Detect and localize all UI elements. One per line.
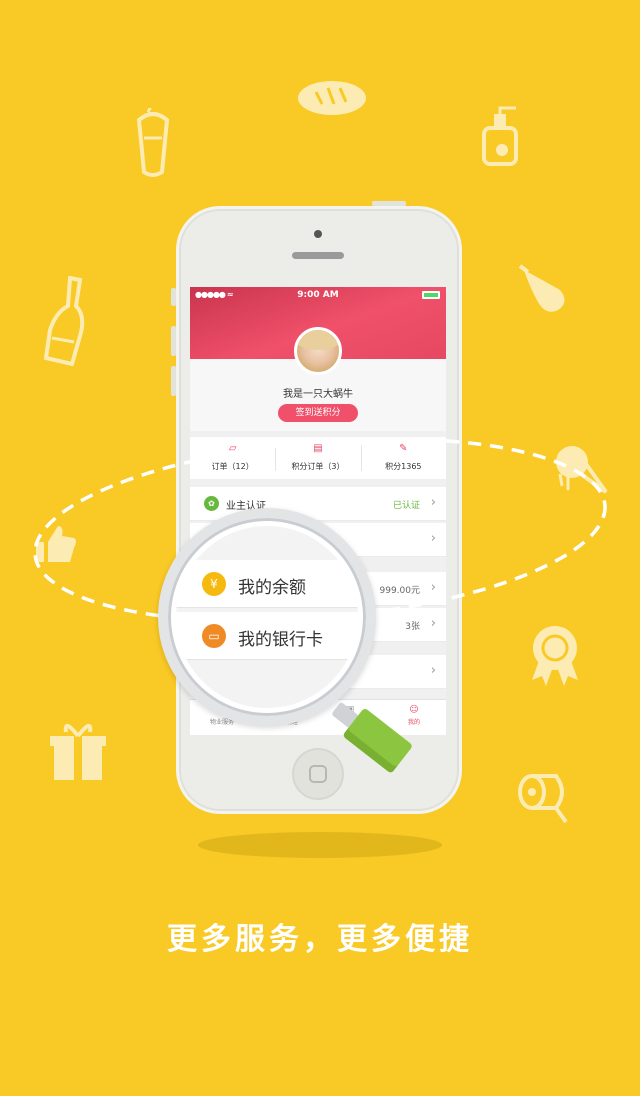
magnified-bankcard-item[interactable]: ▭ 我的银行卡	[176, 612, 358, 660]
user-nickname: 我是一只大蜗牛	[283, 389, 353, 400]
gift-box-icon	[48, 718, 108, 784]
points-icon: ✎	[399, 443, 408, 454]
signin-button[interactable]: 签到送积分	[278, 404, 358, 422]
chevron-right-icon: ›	[430, 531, 436, 546]
toilet-paper-icon	[516, 772, 572, 826]
stat-points-orders[interactable]: ▤ 积分订单（3）	[275, 437, 360, 479]
stat-label: 积分订单（3）	[291, 462, 345, 471]
phone-camera	[314, 230, 322, 238]
ice-cream-icon	[552, 442, 608, 498]
chevron-right-icon: ›	[430, 663, 436, 678]
magnified-balance-item[interactable]: ¥ 我的余额	[176, 560, 358, 608]
phone-volume-up	[171, 326, 176, 356]
owner-icon: ✿	[204, 496, 219, 511]
lotion-bottle-icon	[480, 106, 522, 166]
status-time: 9:00 AM	[297, 290, 339, 300]
tagline: 更多服务，更多便捷	[167, 922, 473, 957]
battery-icon	[422, 291, 440, 299]
bank-card-icon: ▭	[202, 624, 226, 648]
phone-power-button	[372, 201, 406, 206]
bankcard-count: 3张	[405, 622, 420, 632]
phone-mute-switch	[171, 288, 176, 306]
eggplant-icon	[516, 262, 570, 316]
tab-label: 物业服务	[209, 719, 234, 726]
stats-bar: ▱ 订单（12） ▤ 积分订单（3） ✎ 积分1365	[190, 437, 446, 479]
tab-label: 我的	[407, 719, 420, 726]
wine-bottle-icon	[40, 276, 88, 366]
points-order-icon: ▤	[313, 443, 323, 454]
phone-speaker	[292, 252, 344, 259]
balance-value: 999.00元	[379, 586, 421, 596]
stat-label: 订单（12）	[211, 462, 254, 471]
me-icon: ☺	[409, 705, 419, 715]
stat-orders[interactable]: ▱ 订单（12）	[190, 437, 275, 479]
phone-home-button[interactable]	[292, 748, 344, 800]
balance-icon: ¥	[202, 572, 226, 596]
chevron-right-icon: ›	[430, 616, 436, 631]
drink-cup-icon	[136, 108, 170, 178]
stat-label: 积分1365	[385, 462, 422, 471]
award-badge-icon	[526, 622, 584, 688]
magnifier-content: ¥ 我的余额 ▭ 我的银行卡	[176, 526, 358, 708]
chevron-right-icon: ›	[430, 580, 436, 595]
phone-shadow	[198, 832, 442, 858]
phone-volume-down	[171, 366, 176, 396]
bankcard-label: 我的银行卡	[238, 630, 323, 650]
thumbs-up-icon	[34, 522, 78, 566]
verified-status: 已认证	[392, 501, 420, 511]
bread-icon	[296, 78, 368, 118]
status-bar: ●●●●● ≈ 9:00 AM	[190, 287, 446, 303]
order-icon: ▱	[228, 443, 237, 454]
stat-points[interactable]: ✎ 积分1365	[360, 437, 446, 479]
avatar[interactable]	[294, 327, 342, 375]
balance-label: 我的余额	[238, 578, 306, 598]
chevron-right-icon: ›	[430, 495, 436, 510]
